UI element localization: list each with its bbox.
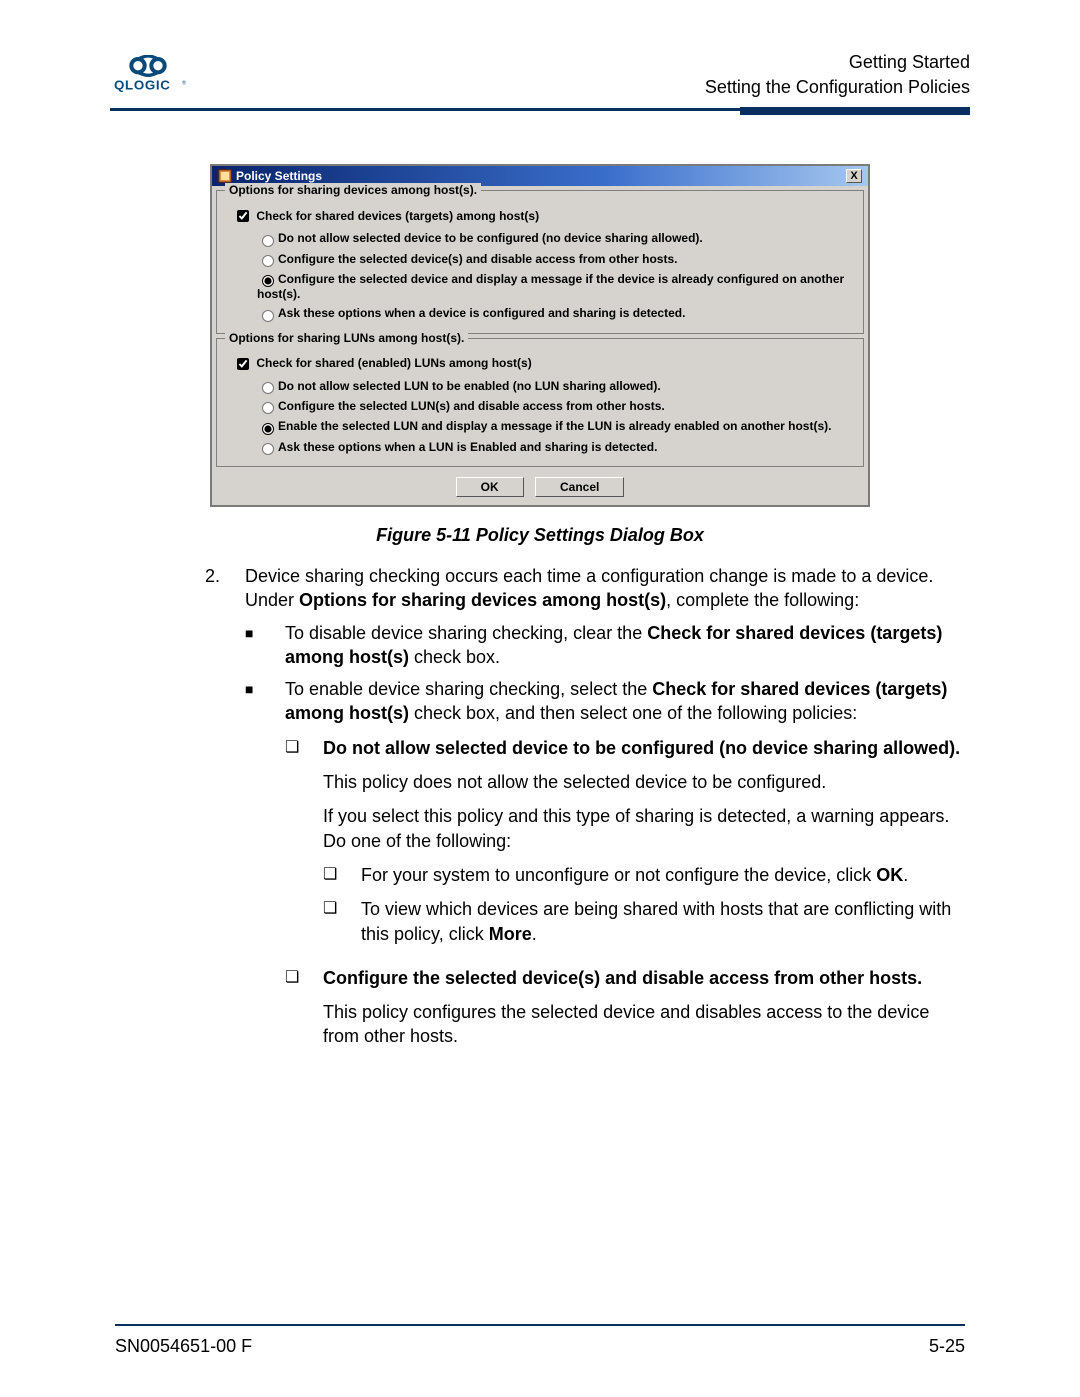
radio-lun-3-input[interactable] bbox=[262, 443, 274, 455]
qlogic-logo-icon: QLOGIC ® bbox=[110, 55, 190, 95]
policy1-desc: This policy does not allow the selected … bbox=[323, 770, 965, 794]
header-chapter: Getting Started bbox=[705, 50, 970, 75]
radio-lun-1-input[interactable] bbox=[262, 402, 274, 414]
close-icon[interactable]: X bbox=[846, 169, 862, 183]
group-luns: Options for sharing LUNs among host(s). … bbox=[216, 338, 864, 467]
body-content: 2. Device sharing checking occurs each t… bbox=[205, 564, 965, 1077]
box-bullet-icon: ❏ bbox=[285, 966, 323, 1059]
figure-caption: Figure 5-11 Policy Settings Dialog Box bbox=[0, 525, 1080, 546]
step-text-c: , complete the following: bbox=[666, 590, 859, 610]
box-bullet-icon: ❏ bbox=[285, 736, 323, 956]
radio-dev-1-label: Configure the selected device(s) and dis… bbox=[278, 252, 677, 266]
radio-lun-2-label: Enable the selected LUN and display a me… bbox=[278, 419, 831, 433]
check-shared-devices[interactable]: Check for shared devices (targets) among… bbox=[233, 209, 539, 223]
radio-dev-2[interactable]: Configure the selected device and displa… bbox=[257, 272, 844, 301]
policy1-if: If you select this policy and this type … bbox=[323, 804, 965, 853]
dialog-title: Policy Settings bbox=[236, 169, 322, 183]
radio-dev-1-input[interactable] bbox=[262, 255, 274, 267]
check-shared-devices-label: Check for shared devices (targets) among… bbox=[256, 209, 539, 223]
radio-dev-1[interactable]: Configure the selected device(s) and dis… bbox=[257, 252, 677, 266]
b2-c: check box, and then select one of the fo… bbox=[409, 703, 857, 723]
page-footer: SN0054651-00 F 5-25 bbox=[115, 1324, 965, 1357]
cancel-button[interactable]: Cancel bbox=[535, 477, 624, 497]
p1s2-a: To view which devices are being shared w… bbox=[361, 899, 951, 943]
policy2-title: Configure the selected device(s) and dis… bbox=[323, 966, 965, 990]
radio-lun-0-input[interactable] bbox=[262, 382, 274, 394]
bullet-icon: ■ bbox=[245, 677, 285, 1069]
bullet-icon: ■ bbox=[245, 621, 285, 670]
box-bullet-icon: ❏ bbox=[323, 897, 361, 946]
policy2-desc: This policy configures the selected devi… bbox=[323, 1000, 965, 1049]
radio-dev-2-input[interactable] bbox=[262, 275, 274, 287]
radio-lun-1-label: Configure the selected LUN(s) and disabl… bbox=[278, 399, 665, 413]
radio-lun-0-label: Do not allow selected LUN to be enabled … bbox=[278, 379, 661, 393]
b1-a: To disable device sharing checking, clea… bbox=[285, 623, 647, 643]
check-shared-luns[interactable]: Check for shared (enabled) LUNs among ho… bbox=[233, 356, 532, 370]
group-devices: Options for sharing devices among host(s… bbox=[216, 190, 864, 333]
radio-dev-3-input[interactable] bbox=[262, 310, 274, 322]
radio-dev-0-label: Do not allow selected device to be confi… bbox=[278, 231, 703, 245]
b1-c: check box. bbox=[409, 647, 500, 667]
svg-text:®: ® bbox=[182, 80, 186, 87]
svg-text:QLOGIC: QLOGIC bbox=[114, 78, 171, 93]
p1s1-a: For your system to unconfigure or not co… bbox=[361, 865, 876, 885]
header-section: Setting the Configuration Policies bbox=[705, 75, 970, 100]
radio-dev-0-input[interactable] bbox=[262, 235, 274, 247]
radio-lun-2[interactable]: Enable the selected LUN and display a me… bbox=[257, 419, 831, 433]
policy1-title: Do not allow selected device to be confi… bbox=[323, 736, 965, 760]
radio-lun-3[interactable]: Ask these options when a LUN is Enabled … bbox=[257, 440, 657, 454]
p1s2-b: More bbox=[489, 924, 532, 944]
footer-pagenum: 5-25 bbox=[929, 1336, 965, 1357]
group-devices-legend: Options for sharing devices among host(s… bbox=[225, 183, 481, 197]
box-bullet-icon: ❏ bbox=[323, 863, 361, 887]
header-rule bbox=[110, 108, 970, 116]
p1s1-c: . bbox=[903, 865, 908, 885]
radio-lun-0[interactable]: Do not allow selected LUN to be enabled … bbox=[257, 379, 661, 393]
p1s2-c: . bbox=[532, 924, 537, 944]
dialog-app-icon bbox=[218, 169, 232, 183]
radio-dev-0[interactable]: Do not allow selected device to be confi… bbox=[257, 231, 703, 245]
radio-dev-3[interactable]: Ask these options when a device is confi… bbox=[257, 306, 685, 320]
qlogic-logo: QLOGIC ® bbox=[110, 55, 200, 100]
radio-lun-1[interactable]: Configure the selected LUN(s) and disabl… bbox=[257, 399, 665, 413]
footer-docid: SN0054651-00 F bbox=[115, 1336, 252, 1357]
radio-dev-2-label: Configure the selected device and displa… bbox=[257, 272, 844, 301]
step-text-b: Options for sharing devices among host(s… bbox=[299, 590, 666, 610]
check-shared-luns-input[interactable] bbox=[237, 358, 249, 370]
check-shared-luns-label: Check for shared (enabled) LUNs among ho… bbox=[256, 356, 531, 370]
p1s1-b: OK bbox=[876, 865, 903, 885]
ok-button[interactable]: OK bbox=[456, 477, 524, 497]
radio-lun-2-input[interactable] bbox=[262, 423, 274, 435]
policy-settings-dialog: Policy Settings X Options for sharing de… bbox=[210, 164, 870, 507]
radio-lun-3-label: Ask these options when a LUN is Enabled … bbox=[278, 440, 657, 454]
page-header: QLOGIC ® Getting Started Setting the Con… bbox=[0, 50, 1080, 100]
step-number: 2. bbox=[205, 564, 245, 1077]
radio-dev-3-label: Ask these options when a device is confi… bbox=[278, 306, 685, 320]
b2-a: To enable device sharing checking, selec… bbox=[285, 679, 652, 699]
group-luns-legend: Options for sharing LUNs among host(s). bbox=[225, 331, 468, 345]
check-shared-devices-input[interactable] bbox=[237, 210, 249, 222]
